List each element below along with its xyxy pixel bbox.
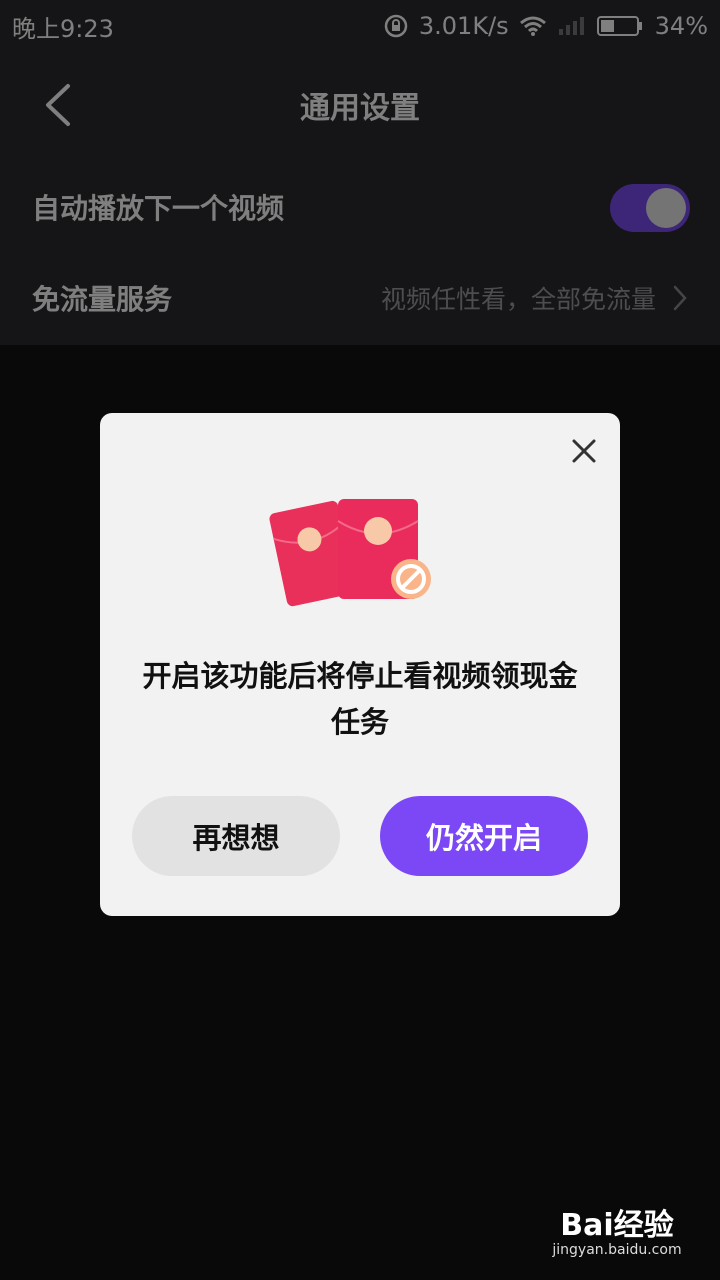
confirm-button[interactable]: 仍然开启 [380,796,588,876]
cancel-button[interactable]: 再想想 [132,796,340,876]
red-envelope-icon [269,499,431,607]
watermark: Bai经验 jingyan.baidu.com [552,1200,682,1258]
confirm-dialog: 开启该功能后将停止看视频领现金任务 再想想 仍然开启 [100,413,620,916]
close-icon[interactable] [566,433,602,469]
dialog-message: 开启该功能后将停止看视频领现金任务 [142,659,578,739]
watermark-url: jingyan.baidu.com [552,1242,682,1258]
watermark-logo: Bai经验 [560,1208,674,1243]
